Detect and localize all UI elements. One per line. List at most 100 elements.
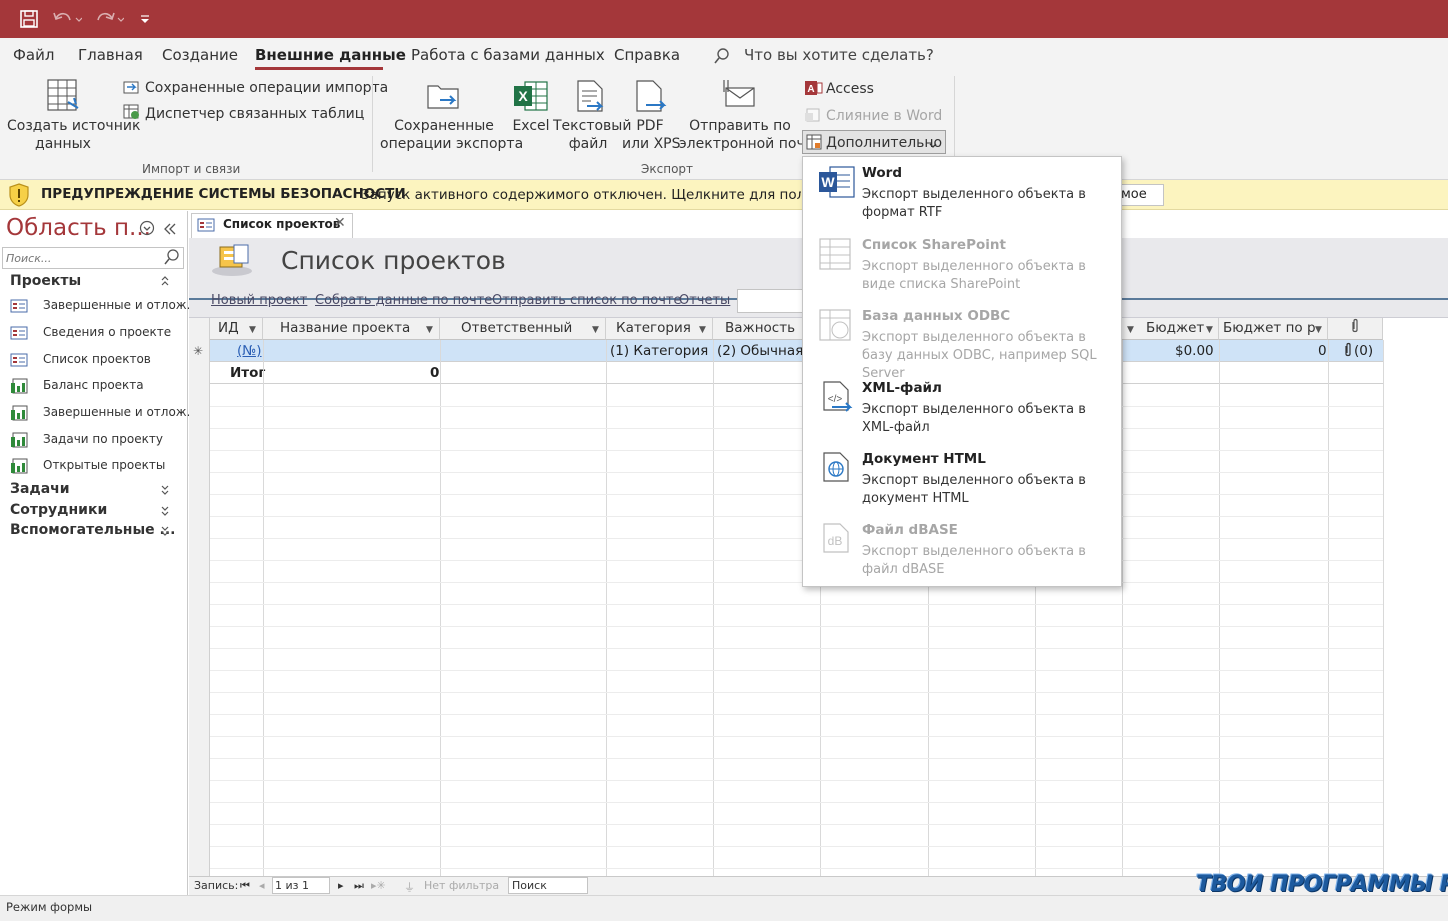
reports-link[interactable]: Отчеты [679, 293, 730, 308]
email-label[interactable]: Отправить по [682, 117, 798, 135]
tell-me-input[interactable]: Что вы хотите сделать? [744, 46, 934, 64]
nav-item[interactable]: Завершенные и отлож... [43, 298, 198, 312]
cell-attachments[interactable]: (0) [1342, 341, 1373, 361]
cell-id[interactable]: (№) [237, 341, 262, 361]
column-header-project-name[interactable]: Название проекта [263, 318, 440, 340]
nav-search-input[interactable] [2, 247, 184, 269]
tab-file[interactable]: Файл [13, 46, 54, 64]
saved-exports-label-2[interactable]: операции экспорта [380, 135, 523, 153]
column-header-category[interactable]: Категория [606, 318, 713, 340]
nav-group-tasks[interactable]: Задачи [10, 481, 70, 497]
save-icon[interactable] [18, 8, 40, 30]
tab-create[interactable]: Создание [162, 46, 238, 64]
new-data-source-label-2[interactable]: данных [7, 135, 119, 153]
saved-exports-label[interactable]: Сохраненные [380, 117, 508, 135]
filter-arrow-icon[interactable]: ▼ [249, 325, 256, 335]
access-export-button[interactable]: Access [826, 80, 874, 98]
text-file-label[interactable]: Текстовый [553, 117, 631, 135]
tab-external-data[interactable]: Внешние данные [255, 46, 406, 64]
cell-importance[interactable]: (2) Обычная [717, 341, 803, 361]
linked-table-manager-icon[interactable] [123, 104, 141, 124]
new-project-link[interactable]: Новый проект [211, 293, 307, 308]
record-search-placeholder[interactable]: Поиск [512, 879, 547, 892]
nav-item[interactable]: Сведения о проекте [43, 325, 171, 339]
first-record-icon[interactable]: ⏮ [240, 879, 250, 893]
pdf-xps-icon[interactable] [634, 79, 668, 117]
nav-group-employees[interactable]: Сотрудники [10, 502, 107, 518]
search-icon[interactable] [164, 249, 180, 269]
chevron-down-icon[interactable] [160, 525, 170, 540]
pdf-xps-label-2[interactable]: или XPS [622, 135, 681, 153]
nav-group-projects[interactable]: Проекты [10, 273, 81, 289]
tab-home[interactable]: Главная [78, 46, 143, 64]
text-file-label-2[interactable]: файл [553, 135, 623, 153]
saved-imports-icon[interactable] [123, 79, 141, 99]
new-record-nav-icon[interactable]: ▸✳ [371, 879, 386, 892]
filter-arrow-icon[interactable]: ▼ [1315, 325, 1322, 335]
excel-export-button[interactable]: Excel [510, 117, 552, 135]
grid-line [210, 824, 1383, 825]
menu-item-xml[interactable]: XML-файл [862, 380, 942, 396]
filter-icon[interactable]: ⏚ [404, 879, 415, 895]
next-record-icon[interactable]: ▸ [338, 879, 344, 892]
collect-data-link[interactable]: Собрать данные по почте [315, 293, 492, 308]
column-header-budget[interactable]: Бюджет [1122, 318, 1219, 340]
form-search-box[interactable] [737, 289, 807, 313]
filter-arrow-icon[interactable]: ▼ [1127, 325, 1134, 335]
text-file-icon[interactable] [575, 79, 605, 117]
saved-imports-button[interactable]: Сохраненные операции импорта [145, 79, 388, 97]
menu-item-word-desc[interactable]: Экспорт выделенного объекта в формат RTF [862, 186, 1112, 222]
nav-menu-icon[interactable] [139, 220, 155, 240]
menu-item-word[interactable]: Word [862, 165, 902, 181]
menu-item-html[interactable]: Документ HTML [862, 451, 986, 467]
nav-item[interactable]: Баланс проекта [43, 378, 144, 392]
document-tab-label[interactable]: Список проектов [223, 217, 340, 231]
pdf-xps-label[interactable]: PDF [624, 117, 676, 135]
chevron-down-icon[interactable] [160, 484, 170, 499]
nav-item[interactable]: Задачи по проекту [43, 432, 163, 446]
undo-icon[interactable] [50, 8, 84, 30]
excel-icon[interactable]: X [513, 80, 549, 116]
tab-database-tools[interactable]: Работа с базами данных [411, 46, 605, 64]
nav-pane-title[interactable]: Область п... [6, 215, 151, 241]
record-position[interactable]: 1 из 1 [275, 879, 309, 892]
email-label-2[interactable]: электронной почте [679, 135, 822, 153]
access-icon[interactable]: A [805, 80, 823, 100]
filter-arrow-icon[interactable]: ▼ [699, 325, 706, 335]
security-warning-message[interactable]: Запуск активного содержимого отключен. Щ… [361, 187, 801, 203]
filter-arrow-icon[interactable]: ▼ [1206, 325, 1213, 335]
column-header-budget-by[interactable]: Бюджет по р [1219, 318, 1328, 340]
customize-toolbar-icon[interactable] [138, 8, 152, 30]
nav-item[interactable]: Список проектов [43, 352, 151, 366]
new-data-source-icon[interactable] [46, 78, 82, 118]
chevron-up-icon[interactable] [160, 275, 170, 290]
last-record-icon[interactable]: ⏭ [354, 879, 364, 893]
redo-icon[interactable] [92, 8, 126, 30]
nav-item[interactable]: Открытые проекты [43, 458, 165, 472]
cell-budget[interactable]: $0.00 [1175, 341, 1214, 361]
cell-budget-by[interactable]: 0 [1318, 341, 1327, 361]
nav-item[interactable]: Завершенные и отлож... [43, 405, 198, 419]
email-icon[interactable] [720, 78, 756, 114]
no-filter-label[interactable]: Нет фильтра [424, 879, 499, 892]
column-header-responsible[interactable]: Ответственный [440, 318, 606, 340]
column-header-importance[interactable]: Важность [713, 318, 813, 340]
menu-item-html-desc[interactable]: Экспорт выделенного объекта в документ H… [862, 472, 1112, 508]
send-list-link[interactable]: Отправить список по почте [492, 293, 681, 308]
chevron-down-icon[interactable] [160, 505, 170, 520]
menu-item-xml-desc[interactable]: Экспорт выделенного объекта в XML-файл [862, 401, 1112, 437]
filter-arrow-icon[interactable]: ▼ [426, 325, 433, 335]
filter-arrow-icon[interactable]: ▼ [592, 325, 599, 335]
column-header-attachments[interactable] [1328, 318, 1383, 340]
ribbon-separator [372, 76, 373, 172]
saved-exports-icon[interactable] [426, 80, 462, 116]
cell-category[interactable]: (1) Категория [610, 341, 708, 361]
new-data-source-label[interactable]: Создать источник [7, 117, 140, 135]
nav-group-auxiliary[interactable]: Вспомогательные ... [10, 522, 175, 538]
linked-table-manager-button[interactable]: Диспетчер связанных таблиц [145, 105, 364, 123]
lightbulb-icon [713, 47, 731, 69]
collapse-pane-icon[interactable] [163, 221, 177, 240]
tab-help[interactable]: Справка [614, 46, 680, 64]
previous-record-icon: ◂ [259, 879, 265, 892]
close-icon[interactable]: ✕ [334, 215, 346, 231]
